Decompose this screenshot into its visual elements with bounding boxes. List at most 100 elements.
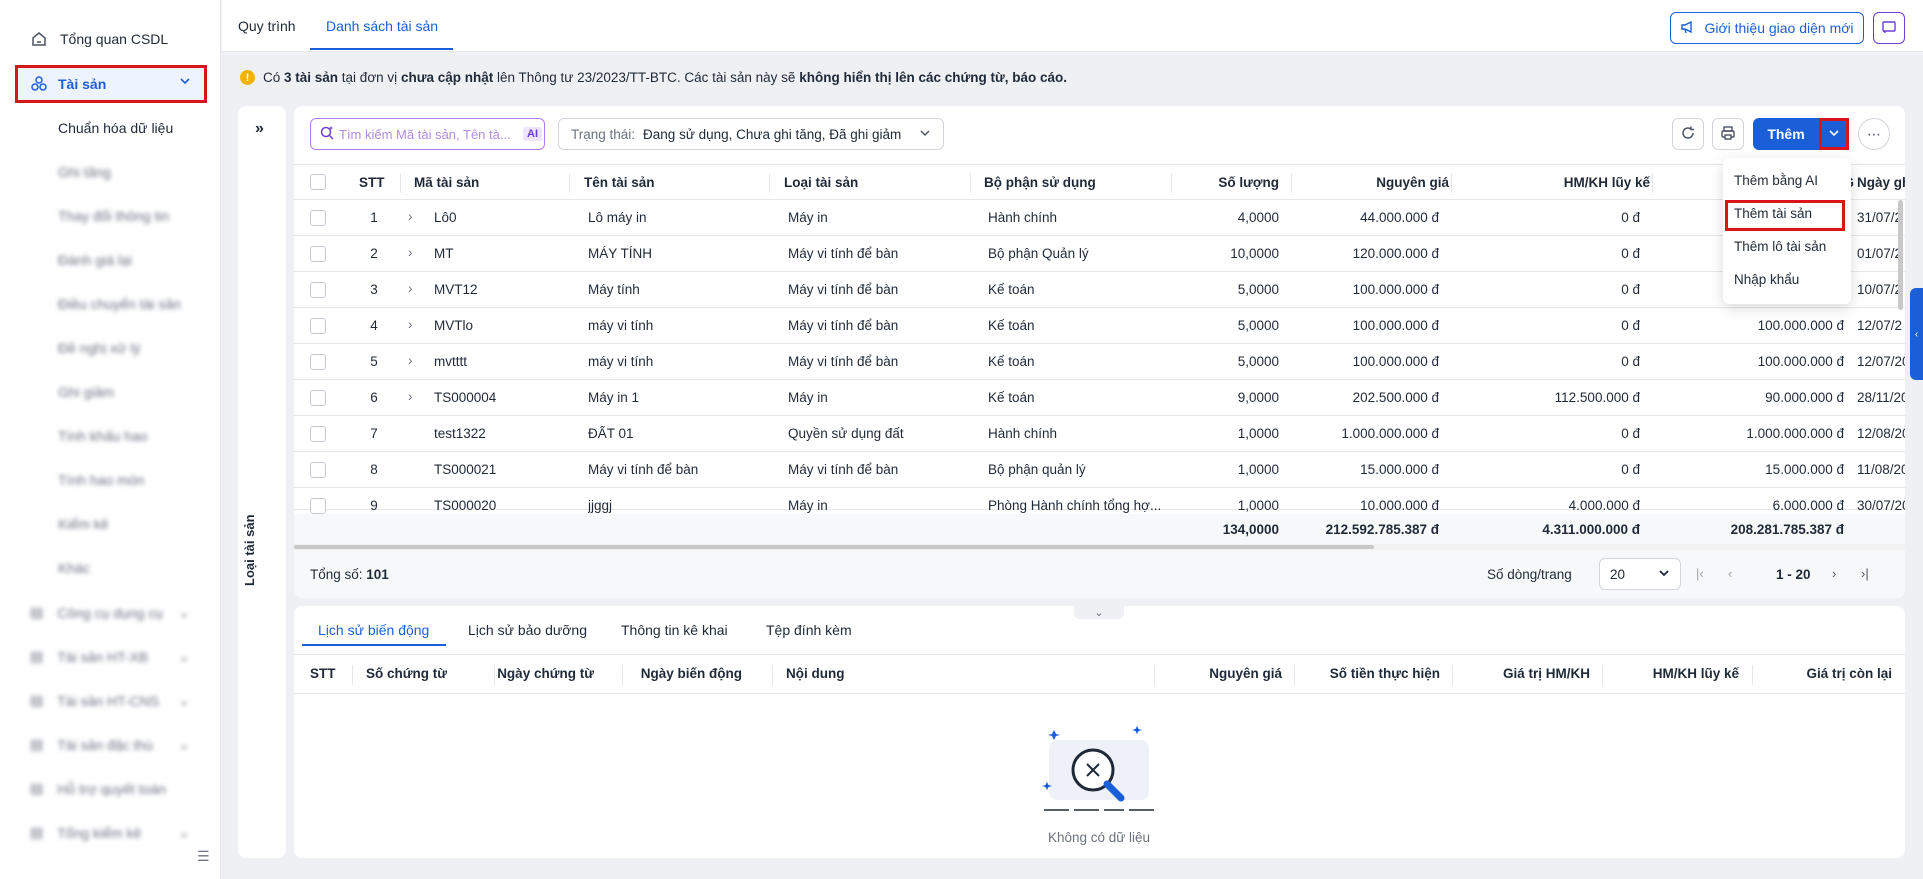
column-header[interactable]: Bộ phận sử dụng <box>984 175 1096 190</box>
column-header[interactable]: HM/KH lũy kế <box>1464 175 1650 190</box>
menu-item-add-asset[interactable]: Thêm tài sản <box>1734 206 1812 221</box>
rows-per-page-select[interactable]: 20 <box>1599 558 1681 590</box>
table-row[interactable]: › 4 MVTlo máy vi tính Máy vi tính để bàn Kế t… <box>294 308 1905 344</box>
column-header[interactable]: Tên tài sản <box>584 175 655 190</box>
collapse-sidebar-icon[interactable]: ☰ <box>197 848 210 865</box>
intro-new-ui-button[interactable]: Giới thiệu giao diện mới <box>1670 12 1864 44</box>
prev-page-icon[interactable]: ‹ <box>1728 566 1732 581</box>
menu-item-add-asset-lot[interactable]: Thêm lô tài sản <box>1734 239 1826 254</box>
cell-code: Lô0 <box>434 210 457 225</box>
row-checkbox[interactable] <box>310 318 326 334</box>
sidebar-item-assets[interactable]: Tài sản <box>15 65 207 103</box>
refresh-button[interactable] <box>1672 118 1704 150</box>
sidebar-subitem[interactable]: Tính hao mòn <box>58 472 144 488</box>
expand-row-icon[interactable]: › <box>408 389 413 404</box>
total-cost: 212.592.785.387 đ <box>1325 522 1439 537</box>
sidebar-subitem[interactable]: Đánh giá lại <box>58 252 132 268</box>
tab-process[interactable]: Quy trình <box>238 18 296 34</box>
column-header[interactable]: Số lượng <box>1184 175 1279 190</box>
sidebar-group[interactable]: ▤ Hỗ trợ quyết toán <box>30 780 190 797</box>
column-header[interactable]: Giá trị còn lại <box>1752 666 1892 681</box>
first-page-icon[interactable]: |‹ <box>1696 566 1704 581</box>
column-header[interactable]: Ngày ghi t <box>1857 175 1905 190</box>
row-checkbox[interactable] <box>310 246 326 262</box>
next-page-icon[interactable]: › <box>1832 566 1836 581</box>
column-header[interactable]: Nguyên giá <box>1164 666 1282 681</box>
tab-change-history[interactable]: Lịch sử biến động <box>318 622 429 638</box>
sidebar-subitem[interactable]: Đề nghị xử lý <box>58 340 141 356</box>
sidebar-subitem[interactable]: Khác <box>58 560 90 576</box>
column-divider <box>769 173 770 193</box>
side-drawer-toggle[interactable]: ‹ <box>1910 288 1923 380</box>
table-row[interactable]: 9 TS000020 jjggj Máy in Phòng Hành chính tổn… <box>294 488 1905 514</box>
expand-row-icon[interactable]: › <box>408 245 413 260</box>
menu-item-import[interactable]: Nhập khẩu <box>1734 272 1799 287</box>
sidebar-subitem[interactable]: Thay đổi thông tin <box>58 208 169 224</box>
table-row[interactable]: › 3 MVT12 Máy tính Máy vi tính để bàn Kế toán… <box>294 272 1905 308</box>
expand-row-icon[interactable]: › <box>408 209 413 224</box>
row-checkbox[interactable] <box>310 426 326 442</box>
column-header[interactable]: Loại tài sản <box>784 175 858 190</box>
tab-attachments[interactable]: Tệp đính kèm <box>766 622 852 638</box>
tab-maintenance-history[interactable]: Lịch sử bảo dưỡng <box>468 622 587 638</box>
collapse-panel-icon[interactable]: ⌄ <box>1074 605 1124 619</box>
print-button[interactable] <box>1712 118 1744 150</box>
table-row[interactable]: › 6 TS000004 Máy in 1 Máy in Kế toán 9,0000 202… <box>294 380 1905 416</box>
table-row[interactable]: › 2 MT MÁY TÍNH Máy vi tính để bàn Bộ phận Qu… <box>294 236 1905 272</box>
menu-item-add-by-ai[interactable]: Thêm bằng AI <box>1734 173 1818 188</box>
search-input[interactable] <box>339 126 519 142</box>
sidebar-item-overview[interactable]: Tổng quan CSDL <box>30 30 168 48</box>
last-page-icon[interactable]: ›| <box>1861 566 1869 581</box>
add-button[interactable]: Thêm <box>1753 118 1819 150</box>
column-header[interactable]: Ngày chứng từ <box>494 666 594 681</box>
column-divider <box>1452 665 1453 685</box>
expand-row-icon[interactable]: › <box>408 317 413 332</box>
row-checkbox[interactable] <box>310 210 326 226</box>
sidebar-subitem[interactable]: Điều chuyển tài sản <box>58 296 181 312</box>
vertical-scrollbar[interactable] <box>1898 200 1903 310</box>
table-row[interactable]: 8 TS000021 Máy vi tính để bàn Máy vi tính đ… <box>294 452 1905 488</box>
sidebar-group[interactable]: ▤ Công cụ dụng cụ ⌄ <box>30 604 190 621</box>
sidebar-subitem[interactable]: Tính khấu hao <box>58 428 148 444</box>
scrollbar-thumb[interactable] <box>294 545 1374 549</box>
column-header[interactable]: Nguyên giá <box>1304 175 1449 190</box>
row-checkbox[interactable] <box>310 498 326 514</box>
row-checkbox[interactable] <box>310 282 326 298</box>
sidebar-group[interactable]: ▤ Tài sản đặc thù ⌄ <box>30 736 190 753</box>
total-depreciation: 4.311.000.000 đ <box>1542 522 1640 537</box>
row-checkbox[interactable] <box>310 354 326 370</box>
expand-row-icon[interactable]: › <box>408 281 413 296</box>
sidebar-subitem[interactable]: Kiểm kê <box>58 516 109 532</box>
column-header[interactable]: Ngày biến động <box>624 666 742 681</box>
sidebar-subitem[interactable]: Ghi giảm <box>58 384 114 400</box>
status-filter-select[interactable]: Trạng thái: Đang sử dụng, Chưa ghi tăng,… <box>558 118 944 150</box>
table-row[interactable]: › 5 mvtttt máy vi tính Máy vi tính để bàn Kế … <box>294 344 1905 380</box>
table-row[interactable]: › 1 Lô0 Lô máy in Máy in Hành chính 4,0000 44.0… <box>294 200 1905 236</box>
column-header[interactable]: Số tiền thực hiện <box>1294 666 1440 681</box>
sidebar-group[interactable]: ▤ Tài sản HT-XB ⌄ <box>30 648 190 665</box>
column-header[interactable]: HM/KH lũy kế <box>1604 666 1739 681</box>
search-box[interactable]: AI <box>310 118 545 150</box>
cast-button[interactable] <box>1873 12 1905 44</box>
column-header[interactable]: Số chứng từ <box>366 666 447 681</box>
sidebar-subitem[interactable]: Ghi tăng <box>58 164 111 180</box>
column-header[interactable]: Mã tài sản <box>414 175 479 190</box>
more-options-button[interactable]: ⋯ <box>1858 118 1890 150</box>
add-dropdown-toggle[interactable] <box>1819 118 1849 150</box>
column-header[interactable]: Nội dung <box>786 666 844 681</box>
sidebar-group[interactable]: ▤ Tổng kiểm kê ⌄ <box>30 824 190 841</box>
sidebar-group[interactable]: ▤ Tài sản HT-CNS ⌄ <box>30 692 190 709</box>
tab-declaration-info[interactable]: Thông tin kê khai <box>621 622 728 638</box>
select-all-checkbox[interactable] <box>310 174 326 190</box>
column-header[interactable]: STT <box>359 175 385 190</box>
column-header[interactable]: STT <box>310 666 336 681</box>
table-row[interactable]: 7 test1322 ĐẤT 01 Quyền sử dụng đất Hành chí… <box>294 416 1905 452</box>
column-header[interactable]: Giá trị HM/KH <box>1454 666 1590 681</box>
expand-panel-icon[interactable]: » <box>255 120 264 138</box>
row-checkbox[interactable] <box>310 462 326 478</box>
cell-code: MT <box>434 246 454 261</box>
expand-row-icon[interactable]: › <box>408 353 413 368</box>
row-checkbox[interactable] <box>310 390 326 406</box>
sidebar-subitem[interactable]: Chuẩn hóa dữ liệu <box>58 120 173 136</box>
tab-asset-list[interactable]: Danh sách tài sản <box>326 18 438 34</box>
